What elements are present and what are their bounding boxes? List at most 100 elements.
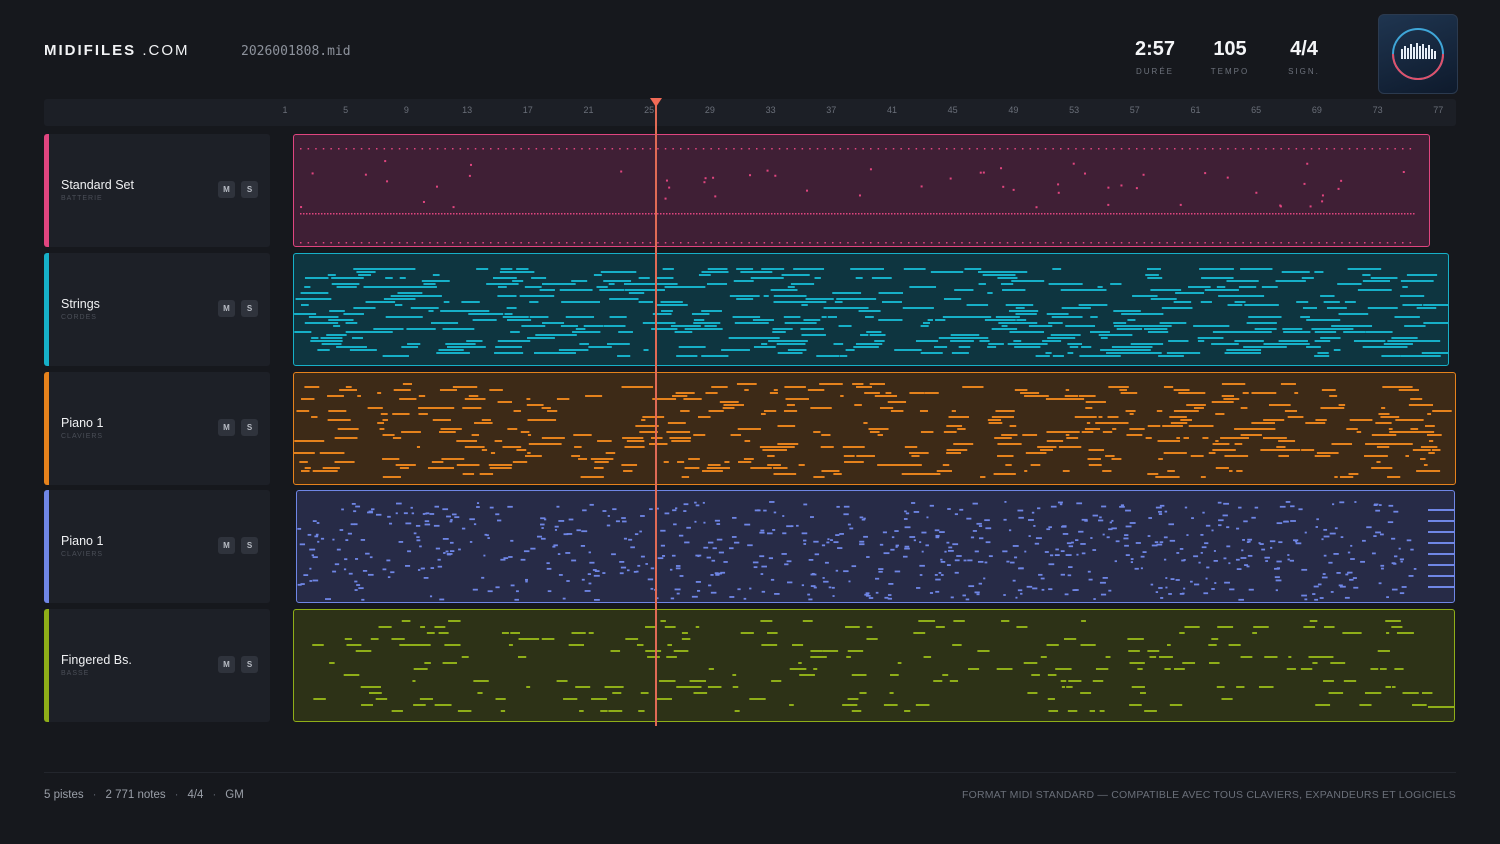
midi-note <box>1387 476 1401 478</box>
midi-note <box>296 410 310 412</box>
midi-note <box>452 386 476 388</box>
track-region[interactable] <box>293 134 1430 247</box>
midi-note <box>395 512 398 515</box>
midi-note <box>707 464 721 466</box>
track-region[interactable] <box>293 253 1449 366</box>
midi-note <box>622 520 627 523</box>
midi-note <box>1280 383 1296 385</box>
midi-note <box>520 148 522 150</box>
ruler-tick: 69 <box>1311 105 1322 115</box>
midi-note <box>497 242 500 244</box>
midi-note <box>1050 505 1057 508</box>
midi-note <box>1314 598 1319 601</box>
solo-button[interactable]: S <box>241 300 258 317</box>
midi-note <box>618 331 633 333</box>
solo-button[interactable]: S <box>241 537 258 554</box>
midi-note <box>1150 298 1177 300</box>
mute-button[interactable]: M <box>218 537 235 554</box>
playhead[interactable] <box>655 99 657 726</box>
midi-note <box>1098 334 1133 336</box>
midi-note <box>373 328 404 330</box>
midi-note <box>1002 185 1005 188</box>
track-region[interactable] <box>293 372 1456 485</box>
midi-note <box>1008 310 1039 312</box>
midi-note <box>1006 242 1009 244</box>
midi-note <box>523 638 540 640</box>
midi-note <box>395 464 416 466</box>
midi-note <box>1383 213 1385 215</box>
midi-note <box>999 148 1001 150</box>
midi-note <box>1274 576 1280 579</box>
midi-note <box>1246 565 1250 568</box>
midi-note <box>1050 334 1081 336</box>
mute-button[interactable]: M <box>218 656 235 673</box>
midi-note <box>708 584 712 587</box>
waveform-thumbnail[interactable] <box>1378 14 1458 94</box>
midi-note <box>1089 331 1110 333</box>
midi-note <box>664 197 667 200</box>
midi-note <box>310 340 343 342</box>
mute-button[interactable]: M <box>218 181 235 198</box>
midi-note <box>951 352 959 354</box>
mute-button[interactable]: M <box>218 419 235 436</box>
mute-button[interactable]: M <box>218 300 235 317</box>
midi-note <box>1173 213 1175 215</box>
midi-note <box>411 644 424 646</box>
playhead-handle-icon[interactable] <box>650 98 662 107</box>
midi-note <box>487 590 493 593</box>
midi-note <box>1250 148 1252 150</box>
midi-note <box>664 286 688 288</box>
midi-note <box>547 334 577 336</box>
midi-note <box>618 213 620 215</box>
midi-note <box>819 213 821 215</box>
track-region[interactable] <box>296 490 1455 603</box>
midi-note <box>944 550 947 553</box>
timeline-ruler[interactable]: 1 5 9 13 17 21 25 29 33 37 41 45 49 53 57 61 65 69 73 77 <box>44 99 1456 126</box>
midi-note <box>390 213 392 215</box>
midi-note <box>675 392 689 394</box>
solo-button[interactable]: S <box>241 656 258 673</box>
midi-note <box>439 389 458 391</box>
midi-note <box>407 343 421 345</box>
track-region[interactable] <box>293 609 1455 722</box>
midi-note <box>720 571 726 574</box>
midi-note <box>384 160 387 163</box>
midi-note <box>1371 213 1373 215</box>
midi-note <box>1040 343 1048 345</box>
midi-note <box>582 509 587 512</box>
midi-note <box>399 644 414 646</box>
midi-note <box>1111 346 1137 348</box>
midi-note <box>877 148 880 150</box>
solo-button[interactable]: S <box>241 419 258 436</box>
midi-note <box>525 455 542 457</box>
track-header[interactable]: Piano 1 CLAVIERS M S <box>44 372 270 485</box>
midi-note <box>1014 242 1016 244</box>
midi-note <box>1303 182 1306 185</box>
track-header[interactable]: Fingered Bs. BASSE M S <box>44 609 270 722</box>
midi-note <box>1310 242 1313 244</box>
midi-note <box>997 277 1018 279</box>
midi-note <box>938 571 942 574</box>
midi-note <box>1191 517 1194 520</box>
midi-note <box>1169 539 1176 542</box>
midi-note <box>506 307 517 309</box>
midi-note <box>946 242 948 244</box>
midi-note <box>950 334 980 336</box>
midi-note <box>399 277 406 279</box>
midi-note <box>1223 502 1230 505</box>
midi-note <box>645 563 648 565</box>
midi-note <box>413 532 417 535</box>
solo-button[interactable]: S <box>241 181 258 198</box>
track-header[interactable]: Standard Set BATTERIE M S <box>44 134 270 247</box>
track-header[interactable]: Strings CORDES M S <box>44 253 270 366</box>
midi-note <box>1386 148 1389 150</box>
track-header[interactable]: Piano 1 CLAVIERS M S <box>44 490 270 603</box>
midi-note <box>1145 274 1159 276</box>
midi-note <box>508 556 513 558</box>
midi-note <box>935 534 940 537</box>
midi-note <box>744 440 751 442</box>
midi-note <box>1196 242 1199 244</box>
midi-note <box>1062 470 1070 472</box>
midi-note <box>1164 510 1168 513</box>
midi-note <box>725 148 728 150</box>
